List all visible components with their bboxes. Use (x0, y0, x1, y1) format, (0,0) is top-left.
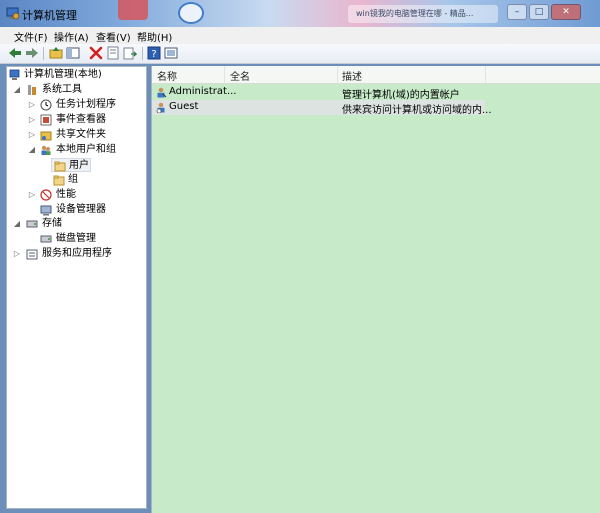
clock-icon (40, 99, 52, 111)
title-bar[interactable]: 计算机管理 win镜我的电脑管理在哪 - 精品... – □ ✕ (0, 0, 600, 27)
tree-label: 计算机管理(本地) (24, 69, 102, 80)
list-header: 名称 全名 描述 (152, 66, 600, 84)
tree-label: 组 (68, 174, 78, 185)
properties-icon[interactable] (106, 46, 120, 60)
tree-label: 事件查看器 (56, 114, 106, 125)
minimize-button[interactable]: – (507, 4, 527, 20)
tree-label: 任务计划程序 (56, 99, 116, 110)
table-row[interactable]: Guest 供来宾访问计算机或访问域的内... (152, 100, 492, 116)
collapsed-arrow-icon[interactable]: ▷ (28, 188, 36, 202)
tree-label: 服务和应用程序 (42, 248, 112, 259)
tree-item-storage[interactable]: ◢ 存储 (9, 217, 144, 231)
background-app-icon (118, 0, 148, 20)
column-header-description[interactable]: 描述 (342, 68, 362, 83)
background-window-title: win镜我的电脑管理在哪 - 精品... (348, 5, 498, 23)
background-app-icon (178, 2, 204, 24)
tree-item-system-tools[interactable]: ◢ 系统工具 (9, 83, 144, 97)
export-icon[interactable] (123, 46, 137, 60)
shared-folder-icon (40, 131, 52, 141)
tree-label: 用户 (69, 160, 89, 171)
computer-management-icon (6, 7, 20, 20)
user-account-icon (157, 87, 167, 98)
column-divider[interactable] (224, 66, 225, 83)
tree-label: 设备管理器 (56, 204, 106, 215)
tree-item-event-viewer[interactable]: ▷ 事件查看器 (9, 113, 144, 127)
menu-file[interactable]: 文件(F) (14, 29, 48, 44)
folder-icon (54, 161, 66, 172)
tree-item-task-scheduler[interactable]: ▷ 任务计划程序 (9, 98, 144, 112)
collapsed-arrow-icon[interactable]: ▷ (28, 98, 36, 112)
tree-label: 共享文件夹 (56, 129, 106, 140)
tree-label: 存储 (42, 218, 62, 229)
tree-item-disk-management[interactable]: 磁盘管理 (9, 232, 144, 246)
window-title: 计算机管理 (22, 9, 77, 22)
help-icon[interactable]: ? (147, 46, 161, 60)
console-tree[interactable]: 计算机管理(本地) ◢ 系统工具 ▷ 任务计划程序 ▷ 事件查看器 ▷ 共享文件… (6, 66, 147, 509)
disk-icon (40, 235, 52, 243)
maximize-button[interactable]: □ (529, 4, 549, 20)
collapsed-arrow-icon[interactable]: ▷ (28, 113, 36, 127)
console-tree-icon[interactable] (66, 46, 80, 60)
forward-arrow-icon[interactable] (25, 46, 39, 60)
tree-label: 本地用户和组 (56, 144, 116, 155)
computer-management-icon (9, 69, 20, 80)
toolbar-separator (142, 47, 143, 60)
expanded-arrow-icon[interactable]: ◢ (13, 83, 21, 97)
folder-icon (53, 175, 65, 186)
tree-item-shared-folders[interactable]: ▷ 共享文件夹 (9, 128, 144, 142)
close-button[interactable]: ✕ (551, 4, 581, 20)
details-list[interactable]: 名称 全名 描述 Administrat... 管理计算机(域)的内置帐户 Gu… (151, 66, 600, 513)
menu-help[interactable]: 帮助(H) (137, 29, 172, 44)
tree-item-services-apps[interactable]: ▷ 服务和应用程序 (9, 247, 144, 261)
menu-action[interactable]: 操作(A) (54, 29, 89, 44)
event-viewer-icon (40, 114, 52, 126)
tree-label: 磁盘管理 (56, 233, 96, 244)
toolbar: ? (0, 44, 600, 64)
tree-item-users[interactable]: 用户 (51, 158, 91, 172)
view-icon[interactable] (164, 46, 178, 60)
tree-item-performance[interactable]: ▷ 性能 (9, 188, 144, 202)
tree-item-local-users-groups[interactable]: ◢ 本地用户和组 (9, 143, 144, 157)
menu-bar: 文件(F) 操作(A) 查看(V) 帮助(H) (0, 27, 600, 45)
cell-name: Guest (169, 101, 199, 112)
tree-item-root[interactable]: 计算机管理(本地) (9, 68, 144, 82)
tree-item-groups[interactable]: 组 (51, 173, 91, 187)
tools-icon (28, 85, 36, 95)
back-arrow-icon[interactable] (8, 46, 22, 60)
expanded-arrow-icon[interactable]: ◢ (13, 217, 21, 231)
svg-text:?: ? (151, 49, 156, 60)
services-icon (26, 249, 38, 260)
expanded-arrow-icon[interactable]: ◢ (28, 143, 36, 157)
user-account-icon (156, 102, 165, 113)
cell-name: Administrat... (169, 86, 237, 97)
menu-view[interactable]: 查看(V) (96, 29, 131, 44)
performance-icon (40, 189, 52, 201)
cell-description: 管理计算机(域)的内置帐户 (342, 90, 460, 101)
storage-icon (26, 220, 38, 228)
column-header-fullname[interactable]: 全名 (230, 68, 250, 83)
cell-description: 供来宾访问计算机或访问域的内... (342, 105, 492, 116)
column-header-name[interactable]: 名称 (157, 68, 177, 83)
tree-item-device-manager[interactable]: 设备管理器 (9, 203, 144, 217)
collapsed-arrow-icon[interactable]: ▷ (28, 128, 36, 142)
delete-icon[interactable] (89, 46, 103, 60)
up-folder-icon[interactable] (49, 46, 63, 60)
tree-label: 系统工具 (42, 84, 82, 95)
collapsed-arrow-icon[interactable]: ▷ (13, 247, 21, 261)
toolbar-separator (43, 47, 44, 60)
column-divider[interactable] (337, 66, 338, 83)
device-manager-icon (40, 205, 52, 216)
table-row[interactable]: Administrat... 管理计算机(域)的内置帐户 (152, 85, 485, 101)
computer-management-window: 计算机管理 win镜我的电脑管理在哪 - 精品... – □ ✕ 文件(F) 操… (0, 0, 600, 513)
column-divider[interactable] (485, 66, 486, 83)
tree-label: 性能 (56, 189, 76, 200)
users-groups-icon (41, 145, 51, 155)
